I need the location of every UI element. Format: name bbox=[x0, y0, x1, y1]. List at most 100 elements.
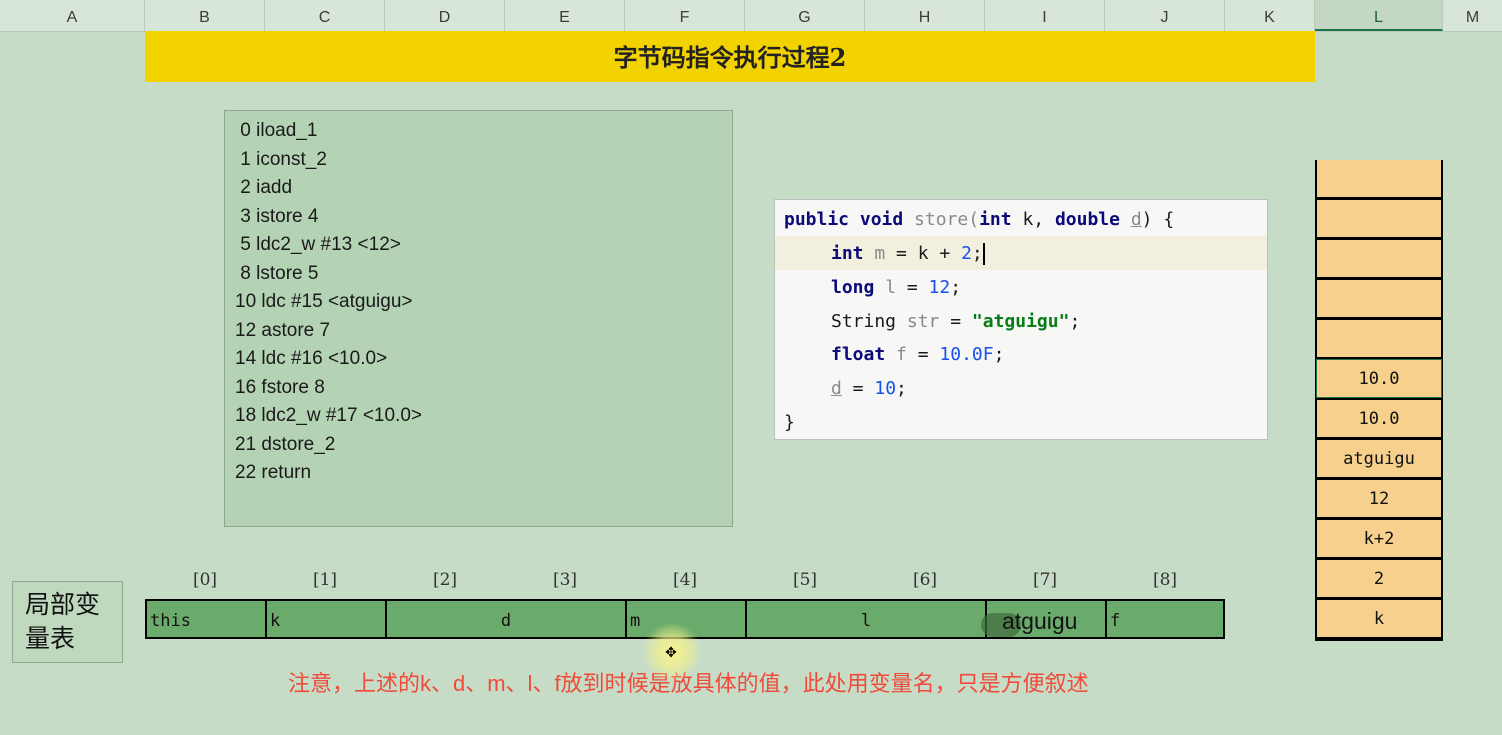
local-variable-table-label-text: 局部变量表 bbox=[25, 591, 101, 653]
code-line-current: int m = k + 2; bbox=[775, 236, 1267, 270]
stack-slot[interactable] bbox=[1317, 200, 1441, 237]
column-header-l[interactable]: L bbox=[1315, 0, 1443, 31]
local-var-cell[interactable]: f bbox=[1107, 601, 1223, 637]
slot-index: [5] bbox=[792, 570, 818, 590]
code-line-signature: public void store(int k, double d) { bbox=[775, 202, 1276, 236]
slot-index: [7] bbox=[1032, 570, 1058, 590]
column-header-f[interactable]: F bbox=[625, 0, 745, 31]
bytecode-line: 0 iload_1 bbox=[235, 120, 318, 141]
code-token: = k + bbox=[885, 243, 962, 264]
code-token: str bbox=[906, 311, 940, 332]
bytecode-line: 16 fstore 8 bbox=[235, 377, 325, 398]
code-token: d bbox=[1130, 209, 1142, 230]
operand-stack: 10.0 10.0 atguigu 12 k+2 2 k bbox=[1315, 160, 1443, 641]
stack-slot[interactable] bbox=[1317, 160, 1441, 197]
local-var-cell[interactable]: this bbox=[147, 601, 265, 637]
code-line: String str = "atguigu"; bbox=[775, 304, 1323, 338]
code-token: int bbox=[831, 243, 875, 264]
code-token: "atguigu" bbox=[971, 311, 1070, 332]
column-header-d[interactable]: D bbox=[385, 0, 505, 31]
code-token: String bbox=[831, 311, 907, 332]
code-token: l bbox=[885, 277, 897, 298]
stack-slot[interactable] bbox=[1317, 280, 1441, 317]
local-var-cell[interactable]: d bbox=[387, 601, 625, 637]
stack-slot-selected[interactable]: 10.0 bbox=[1316, 359, 1442, 398]
code-token: = bbox=[939, 311, 972, 332]
footnote-warning: 注意，上述的k、d、m、l、f放到时候是放具体的值，此处用变量名，只是方便叙述 bbox=[288, 671, 1089, 696]
stack-slot[interactable] bbox=[1317, 320, 1441, 357]
code-token: 12 bbox=[928, 277, 951, 298]
column-header-m[interactable]: M bbox=[1443, 0, 1502, 31]
bytecode-line: 10 ldc #15 <atguigu> bbox=[235, 291, 413, 312]
column-header-e[interactable]: E bbox=[505, 0, 625, 31]
slot-index: [2] bbox=[432, 570, 458, 590]
slot-index: [4] bbox=[672, 570, 698, 590]
code-line: float f = 10.0F; bbox=[775, 337, 1323, 371]
bytecode-line: 2 iadd bbox=[235, 177, 293, 198]
bytecode-line: 12 astore 7 bbox=[235, 320, 331, 341]
local-var-cell-highlighted[interactable]: atguigu bbox=[981, 601, 1105, 637]
code-token: ; bbox=[1069, 311, 1081, 332]
slot-index: [1] bbox=[312, 570, 338, 590]
code-token: ; bbox=[950, 277, 962, 298]
column-header-j[interactable]: J bbox=[1105, 0, 1225, 31]
column-header-a[interactable]: A bbox=[0, 0, 145, 31]
code-token: m bbox=[874, 243, 886, 264]
text-cursor bbox=[982, 243, 985, 265]
stack-slot[interactable] bbox=[1317, 240, 1441, 277]
column-header-bar: A B C D E F G H I J K L M bbox=[0, 0, 1502, 32]
column-header-i[interactable]: I bbox=[985, 0, 1105, 31]
stack-slot[interactable]: k bbox=[1317, 600, 1441, 637]
code-token: public void bbox=[784, 209, 915, 230]
code-token: ; bbox=[896, 378, 907, 399]
stack-slot[interactable]: 2 bbox=[1317, 560, 1441, 597]
code-token: ; bbox=[993, 344, 1005, 365]
bytecode-line: 14 ldc #16 <10.0> bbox=[235, 348, 388, 369]
bytecode-listing[interactable]: 0 iload_1 1 iconst_2 2 iadd 3 istore 4 5… bbox=[224, 110, 733, 527]
local-variable-table-label: 局部变量表 bbox=[12, 581, 123, 663]
stack-slot[interactable]: atguigu bbox=[1317, 440, 1441, 477]
java-source-snippet[interactable]: public void store(int k, double d) { int… bbox=[774, 199, 1268, 440]
page-title: 字节码指令执行过程2 bbox=[145, 31, 1315, 82]
code-token: f bbox=[896, 344, 907, 365]
bytecode-line: 21 dstore_2 bbox=[235, 434, 336, 455]
code-token: 10.0F bbox=[939, 344, 994, 365]
slot-index: [0] bbox=[192, 570, 218, 590]
code-token: long bbox=[831, 277, 886, 298]
code-token: ; bbox=[971, 243, 983, 264]
code-token: = bbox=[906, 344, 940, 365]
column-header-k[interactable]: K bbox=[1225, 0, 1315, 31]
code-token: int bbox=[979, 209, 1023, 230]
stack-slot[interactable]: k+2 bbox=[1317, 520, 1441, 557]
code-token: float bbox=[831, 344, 897, 365]
bytecode-line: 22 return bbox=[235, 462, 312, 483]
bytecode-line: 5 ldc2_w #13 <12> bbox=[235, 234, 401, 255]
slot-index: [3] bbox=[552, 570, 578, 590]
bytecode-line: 1 iconst_2 bbox=[235, 149, 327, 170]
code-token: d bbox=[831, 378, 842, 399]
column-header-b[interactable]: B bbox=[145, 0, 265, 31]
column-header-c[interactable]: C bbox=[265, 0, 385, 31]
code-token: double bbox=[1054, 209, 1131, 230]
code-line: d = 10; bbox=[775, 371, 1323, 405]
local-var-cell[interactable]: l bbox=[747, 601, 985, 637]
code-token: = bbox=[841, 378, 875, 399]
code-line-closing: } bbox=[784, 412, 795, 433]
stack-slot[interactable]: 12 bbox=[1317, 480, 1441, 517]
local-var-value: atguigu bbox=[1002, 608, 1078, 634]
slot-index: [8] bbox=[1152, 570, 1178, 590]
code-token: ) { bbox=[1141, 209, 1175, 230]
code-token: = bbox=[896, 277, 929, 298]
column-header-h[interactable]: H bbox=[865, 0, 985, 31]
code-token: store( bbox=[914, 209, 980, 230]
stack-slot[interactable]: 10.0 bbox=[1317, 400, 1441, 437]
code-line: long l = 12; bbox=[775, 270, 1323, 304]
code-token: 2 bbox=[961, 243, 972, 264]
column-header-g[interactable]: G bbox=[745, 0, 865, 31]
slot-index: [6] bbox=[912, 570, 938, 590]
local-var-cell[interactable]: k bbox=[267, 601, 385, 637]
code-token: k, bbox=[1022, 209, 1055, 230]
bytecode-line: 8 lstore 5 bbox=[235, 263, 319, 284]
bytecode-line: 3 istore 4 bbox=[235, 206, 319, 227]
bytecode-line: 18 ldc2_w #17 <10.0> bbox=[235, 405, 422, 426]
